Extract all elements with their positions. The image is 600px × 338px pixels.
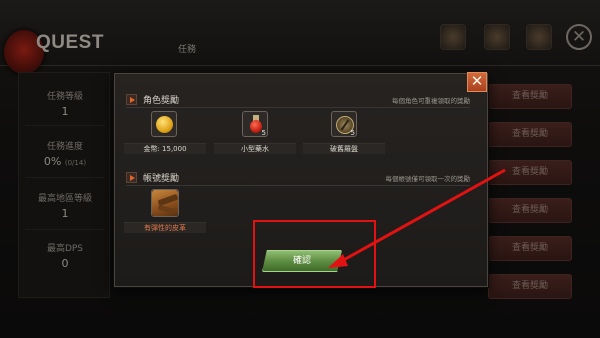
armor-icon[interactable] <box>526 24 552 50</box>
coin-shape <box>156 116 173 133</box>
view-reward-button[interactable]: 查看獎勵 <box>488 84 572 109</box>
reward-item-name: 破舊羅盤 <box>303 143 385 154</box>
stat-value-max-region: 1 <box>61 207 69 220</box>
section-note: 每個帳號僅可領取一次的獎勵 <box>385 175 471 183</box>
section-title: 帳號獎勵 <box>143 174 180 184</box>
view-reward-button[interactable]: 查看獎勵 <box>488 160 572 185</box>
treasure-icon[interactable] <box>440 24 466 50</box>
red-potion-icon[interactable]: 5 <box>242 111 268 137</box>
account-reward-header: 帳號獎勵 每個帳號僅可領取一次的獎勵 <box>126 171 470 186</box>
stat-value-max-dps: 0 <box>61 257 69 270</box>
divider <box>25 125 105 126</box>
potion-body <box>250 120 262 133</box>
close-icon[interactable]: ✕ <box>467 72 487 92</box>
item-count: 5 <box>350 129 355 137</box>
quest-header: QUEST 任務 ✕ <box>0 0 600 74</box>
divider <box>25 229 105 230</box>
stat-label-quest-level: 任務等級 <box>46 92 83 102</box>
stat-value-quest-progress: 0% (0/14) <box>19 155 111 168</box>
stat-value-quest-level: 1 <box>61 105 69 118</box>
quest-stats-panel: 任務等級 1 任務進度 0% (0/14) 最高地區等級 1 最高DPS 0 <box>18 72 110 298</box>
view-reward-button[interactable]: 查看獎勵 <box>488 122 572 147</box>
section-note: 每個角色可重複領取的獎勵 <box>392 97 470 105</box>
view-reward-button[interactable]: 查看獎勵 <box>488 198 572 223</box>
compass-icon[interactable]: 5 <box>331 111 357 137</box>
reward-item-name: 有彈性的皮革 <box>124 222 206 233</box>
stat-label-quest-progress: 任務進度 <box>46 142 83 152</box>
reward-item-name: 金幣: 15,000 <box>124 143 206 154</box>
tab-quest[interactable]: 任務 <box>178 42 196 55</box>
stat-label-max-dps: 最高DPS <box>46 244 84 254</box>
item-count: 5 <box>261 129 266 137</box>
character-icon[interactable] <box>484 24 510 50</box>
character-reward-header: 角色獎勵 每個角色可重複領取的獎勵 <box>126 93 470 108</box>
reward-item-name: 小型藥水 <box>214 143 296 154</box>
progress-percent: 0% <box>43 155 62 168</box>
section-title: 角色獎勵 <box>143 96 180 106</box>
section-arrow-icon <box>126 172 137 183</box>
gold-coin-icon[interactable] <box>151 111 177 137</box>
close-icon[interactable]: ✕ <box>566 24 592 50</box>
leather-icon[interactable] <box>151 189 179 217</box>
view-reward-button[interactable]: 查看獎勵 <box>488 274 572 299</box>
view-reward-button[interactable]: 查看獎勵 <box>488 236 572 261</box>
annotation-highlight-box <box>253 220 376 288</box>
divider <box>25 177 105 178</box>
progress-count: (0/14) <box>64 159 87 167</box>
section-arrow-icon <box>126 94 137 105</box>
stat-label-max-region: 最高地區等級 <box>37 194 92 204</box>
quest-title: QUEST <box>36 32 104 53</box>
